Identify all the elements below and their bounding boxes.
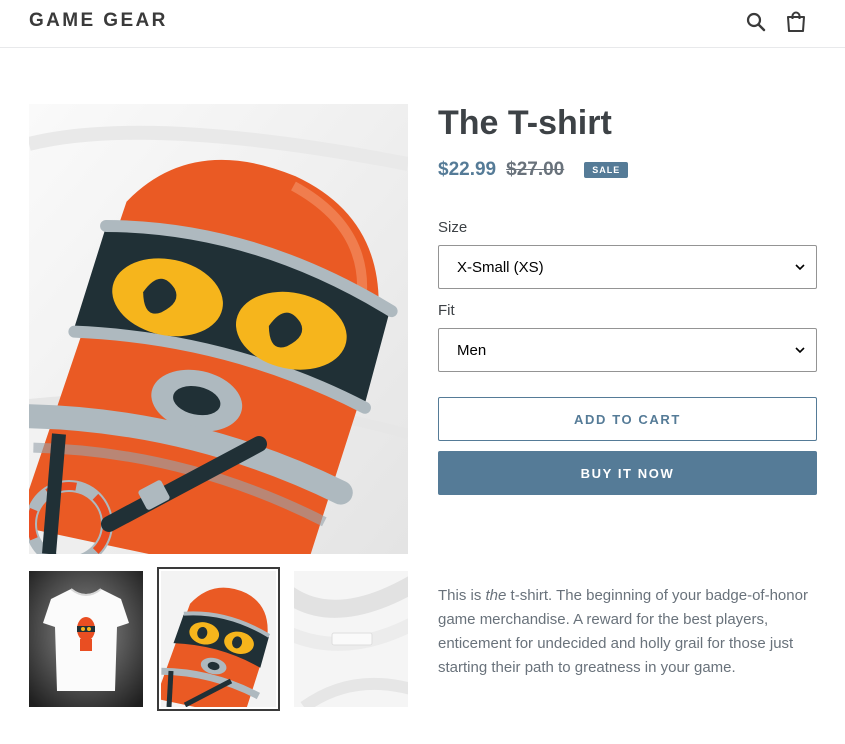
site-header: GAME GEAR — [0, 0, 845, 48]
product-thumbnail-3[interactable] — [294, 571, 408, 707]
product-title: The T-shirt — [438, 104, 612, 142]
description-emphasis: the — [485, 587, 507, 604]
fit-select[interactable]: Men — [438, 328, 817, 372]
search-icon[interactable] — [744, 10, 768, 34]
tshirt-collar-image — [294, 571, 408, 707]
tshirt-front-image — [29, 571, 143, 707]
size-label: Size — [438, 219, 468, 236]
product-thumbnail-1[interactable] — [29, 571, 143, 707]
chevron-down-icon — [795, 264, 805, 271]
mascot-illustration — [29, 104, 408, 554]
product-description: This is the t-shirt. The beginning of yo… — [438, 584, 823, 680]
sale-badge: SALE — [584, 162, 629, 178]
cart-icon[interactable] — [784, 10, 808, 34]
product-thumbnail-2[interactable] — [157, 567, 280, 711]
chevron-down-icon — [795, 347, 805, 354]
fit-select-value: Men — [457, 341, 487, 359]
sale-price: $22.99 — [438, 159, 497, 180]
product-main-image — [29, 104, 408, 554]
buy-it-now-button[interactable]: BUY IT NOW — [438, 451, 817, 495]
add-to-cart-button[interactable]: ADD TO CART — [438, 397, 817, 441]
size-select-value: X-Small (XS) — [457, 258, 544, 276]
tshirt-closeup-image — [159, 571, 276, 709]
description-text-start: This is — [438, 587, 486, 604]
fit-label: Fit — [438, 302, 455, 319]
size-select[interactable]: X-Small (XS) — [438, 245, 817, 289]
compare-at-price: $27.00 — [506, 159, 565, 180]
site-logo[interactable]: GAME GEAR — [29, 10, 168, 32]
price-row: $22.99 $27.00 SALE — [438, 158, 629, 182]
